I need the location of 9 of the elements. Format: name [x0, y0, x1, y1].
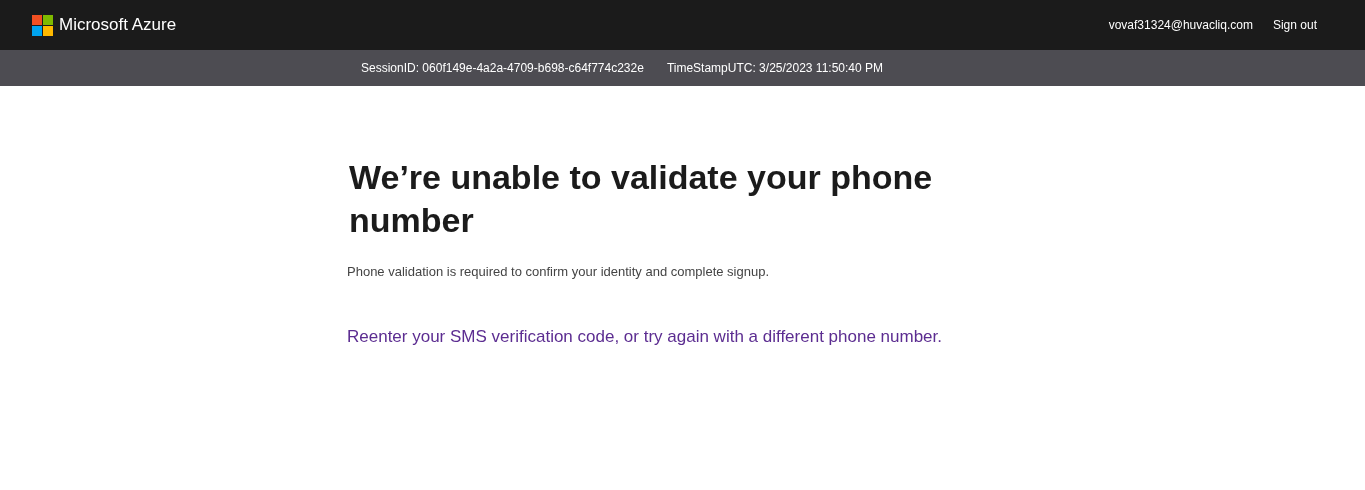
logo-icon: [32, 14, 53, 36]
brand-name: Microsoft Azure: [59, 15, 177, 35]
retry-link[interactable]: Reenter your SMS verification code, or try again with a different phone number.: [347, 327, 987, 347]
page-title: We’re unable to validate your phone number: [349, 157, 934, 241]
timestamp: TimeStampUTC: 3/25/2023 11:50:40 PM: [666, 61, 883, 75]
session-id: SessionID: 060f149e-4a2a-4709-b698-c64f774c232e: [361, 61, 644, 75]
sign-out-link[interactable]: Sign out: [1272, 18, 1317, 32]
user-email: vovaf31324@huvacliq.com: [1108, 18, 1253, 32]
description-text: Phone validation is required to confirm your identity and complete signup.: [347, 264, 771, 279]
